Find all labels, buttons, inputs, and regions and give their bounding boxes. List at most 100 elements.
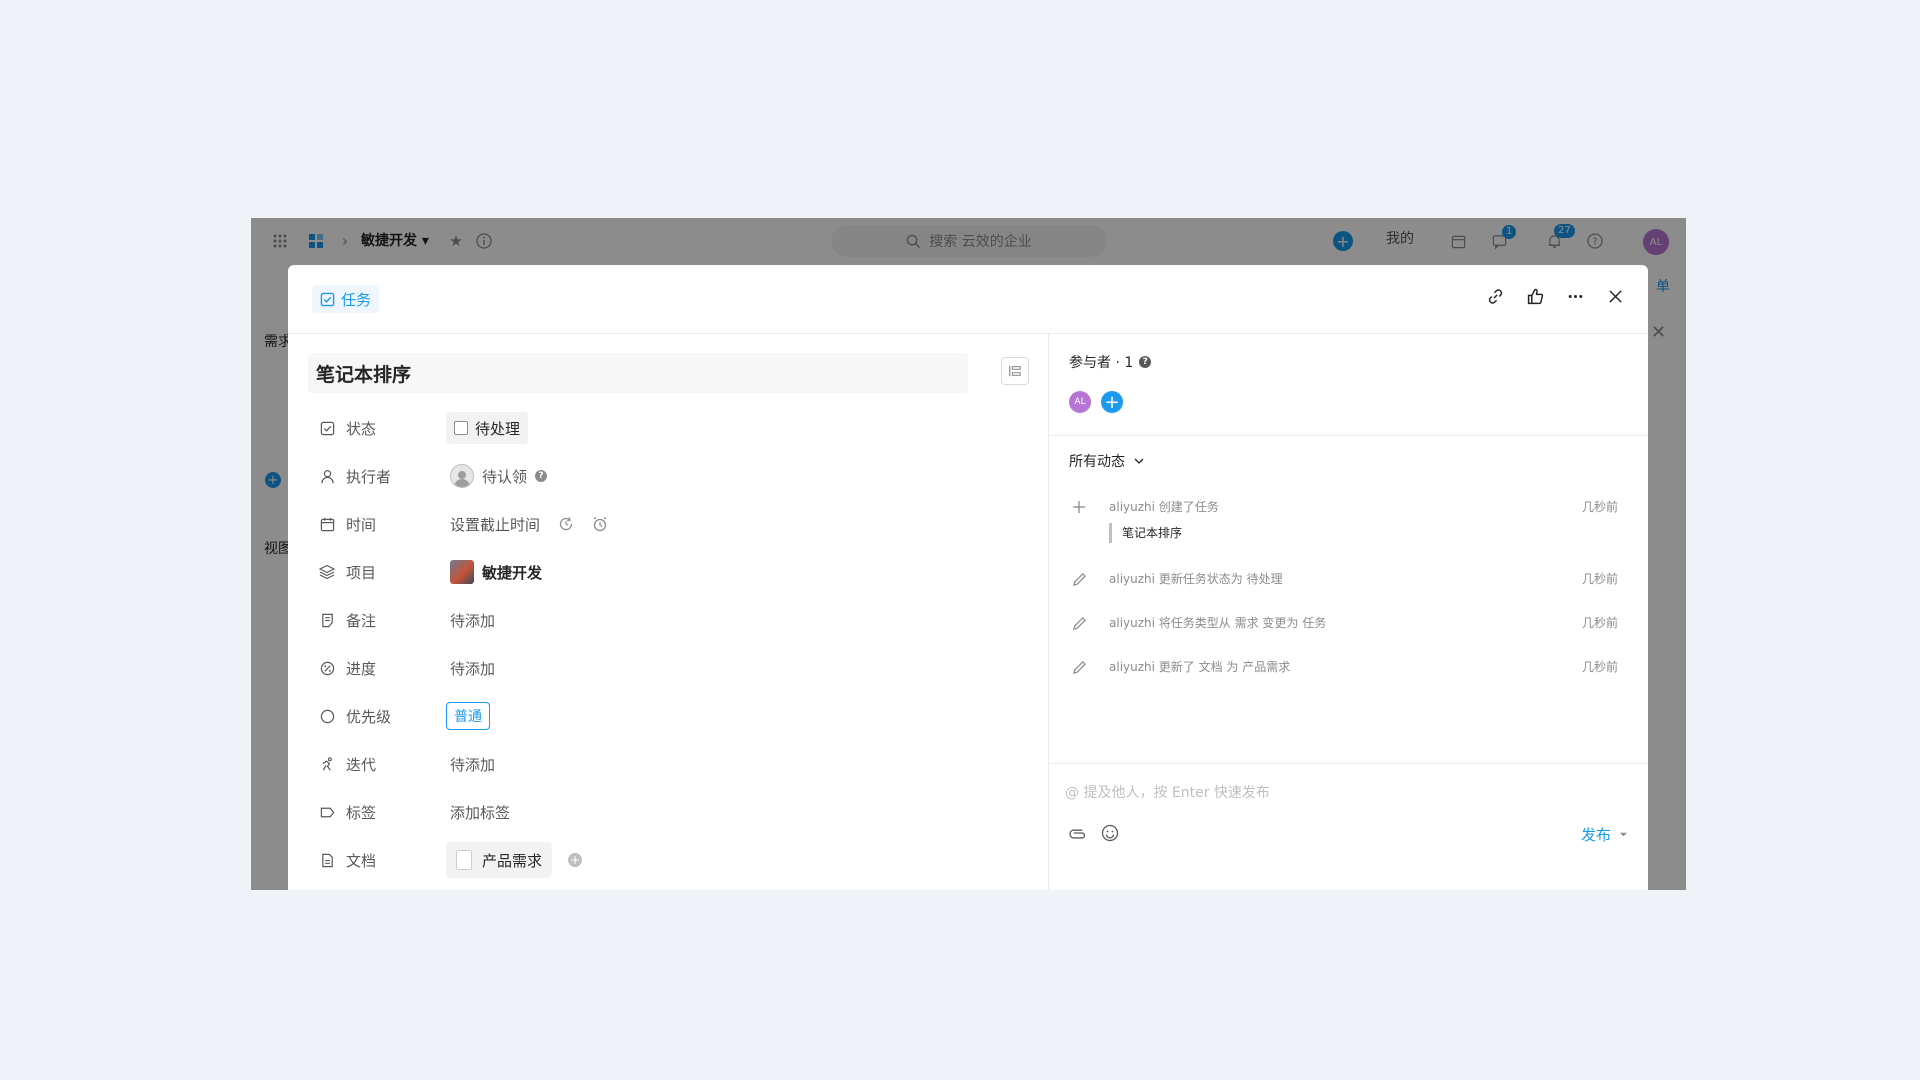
field-tags: 标签 添加标签 bbox=[318, 797, 1018, 827]
task-type-label: 任务 bbox=[341, 290, 372, 309]
comment-tools bbox=[1069, 824, 1119, 842]
circle-icon bbox=[318, 707, 336, 725]
user-icon bbox=[318, 467, 336, 485]
link-icon[interactable] bbox=[1484, 285, 1506, 307]
add-participant-icon[interactable]: + bbox=[1101, 391, 1123, 413]
progress-value[interactable]: 待添加 bbox=[450, 658, 495, 679]
help-icon[interactable]: ? bbox=[535, 470, 548, 482]
priority-value: 普通 bbox=[446, 702, 490, 730]
field-note: 备注 待添加 bbox=[318, 605, 1018, 635]
activity-item: aliyuzhi 更新任务状态为 待处理 几秒前 bbox=[1069, 569, 1618, 589]
add-tag-link[interactable]: 添加标签 bbox=[450, 802, 510, 823]
status-dropdown[interactable]: 待处理 bbox=[446, 412, 529, 444]
task-title-input[interactable]: 笔记本排序 bbox=[308, 353, 968, 393]
pencil-icon bbox=[1069, 657, 1089, 677]
activity-time: 几秒前 bbox=[1581, 616, 1618, 630]
field-documents: 文档 产品需求 + bbox=[318, 842, 1018, 878]
alarm-clock-icon[interactable] bbox=[592, 516, 608, 532]
calendar-icon bbox=[318, 515, 336, 533]
status-checkbox[interactable] bbox=[454, 421, 468, 435]
divider bbox=[1049, 435, 1648, 436]
activity-quote: 笔记本排序 bbox=[1109, 523, 1582, 543]
participants-list: AL + bbox=[1069, 391, 1123, 413]
status-value: 待处理 bbox=[446, 412, 529, 444]
publish-label: 发布 bbox=[1580, 826, 1611, 844]
activity-item: aliyuzhi 创建了任务 笔记本排序 几秒前 bbox=[1069, 497, 1618, 543]
note-value[interactable]: 待添加 bbox=[450, 610, 495, 631]
field-progress: 进度 待添加 bbox=[318, 653, 1018, 683]
caret-down-icon[interactable] bbox=[1619, 830, 1628, 839]
task-type-tag[interactable]: 任务 bbox=[312, 285, 380, 313]
repeat-icon[interactable] bbox=[558, 516, 574, 532]
priority-dropdown[interactable]: 普通 bbox=[446, 702, 490, 730]
documents-value: 产品需求 + bbox=[446, 842, 583, 878]
field-label: 执行者 bbox=[346, 467, 392, 486]
document-icon bbox=[318, 851, 336, 869]
activity-pane: 参与者 · 1 ? AL + 所有动态 aliyuzhi 创建了任务 笔记本排序… bbox=[1048, 334, 1648, 890]
field-time: 时间 设置截止时间 bbox=[318, 509, 1018, 539]
participant-avatar[interactable]: AL bbox=[1069, 391, 1091, 413]
participants-title: 参与者 · 1 bbox=[1069, 355, 1134, 371]
layout-icon bbox=[1009, 365, 1021, 377]
pencil-icon bbox=[1069, 613, 1089, 633]
field-label: 备注 bbox=[346, 611, 377, 630]
participants-header: 参与者 · 1 ? bbox=[1069, 352, 1152, 372]
activity-item: aliyuzhi 将任务类型从 需求 变更为 任务 几秒前 bbox=[1069, 613, 1618, 633]
activity-time: 几秒前 bbox=[1581, 572, 1618, 586]
activity-filter-label: 所有动态 bbox=[1069, 454, 1125, 470]
more-icon[interactable] bbox=[1564, 285, 1586, 307]
project-thumbnail bbox=[450, 560, 474, 584]
activity-text: aliyuzhi 更新任务状态为 待处理 bbox=[1109, 572, 1283, 586]
comment-composer: @ 提及他人，按 Enter 快速发布 发布 bbox=[1049, 763, 1648, 890]
publish-button[interactable]: 发布 bbox=[1581, 824, 1628, 845]
activity-text: aliyuzhi 将任务类型从 需求 变更为 任务 bbox=[1109, 616, 1327, 630]
note-icon bbox=[318, 611, 336, 629]
assignee-text: 待认领 bbox=[482, 467, 528, 486]
activity-filter-dropdown[interactable]: 所有动态 bbox=[1069, 451, 1145, 471]
project-value[interactable]: 敏捷开发 bbox=[450, 560, 542, 584]
assignee-value[interactable]: 待认领 ? bbox=[450, 464, 548, 488]
unassigned-avatar-icon bbox=[450, 464, 474, 488]
document-name: 产品需求 bbox=[482, 851, 543, 870]
header-actions bbox=[1484, 285, 1626, 307]
field-label: 时间 bbox=[346, 515, 377, 534]
activity-text: aliyuzhi 创建了任务 bbox=[1109, 500, 1219, 514]
attachment-icon[interactable] bbox=[1069, 824, 1087, 842]
layout-toggle-button[interactable] bbox=[1001, 357, 1029, 385]
task-detail-modal: 任务 笔记本排序 状态 待处理 执行者 待认领 ? 时间 设置截止时间 项目 敏… bbox=[288, 265, 1648, 890]
help-icon[interactable]: ? bbox=[1139, 356, 1152, 368]
close-icon[interactable] bbox=[1604, 285, 1626, 307]
thumbs-up-icon[interactable] bbox=[1524, 285, 1546, 307]
set-deadline-link[interactable]: 设置截止时间 bbox=[450, 514, 540, 535]
field-label: 迭代 bbox=[346, 755, 377, 774]
modal-header: 任务 bbox=[288, 265, 1648, 334]
time-value: 设置截止时间 bbox=[450, 514, 608, 535]
emoji-icon[interactable] bbox=[1101, 824, 1119, 842]
activity-time: 几秒前 bbox=[1581, 660, 1618, 674]
field-label: 项目 bbox=[346, 563, 377, 582]
tag-icon bbox=[318, 803, 336, 821]
percent-icon bbox=[318, 659, 336, 677]
field-status: 状态 待处理 bbox=[318, 412, 1018, 444]
activity-text: aliyuzhi 更新了 文档 为 产品需求 bbox=[1109, 660, 1291, 674]
comment-input[interactable]: @ 提及他人，按 Enter 快速发布 bbox=[1065, 782, 1270, 802]
document-thumbnail bbox=[456, 850, 472, 870]
activity-content: aliyuzhi 创建了任务 笔记本排序 bbox=[1109, 497, 1582, 543]
activity-item: aliyuzhi 更新了 文档 为 产品需求 几秒前 bbox=[1069, 657, 1618, 677]
sprint-icon bbox=[318, 755, 336, 773]
field-priority: 优先级 普通 bbox=[318, 701, 1018, 731]
plus-icon bbox=[1069, 497, 1089, 517]
pencil-icon bbox=[1069, 569, 1089, 589]
task-check-icon bbox=[320, 292, 335, 306]
sprint-value[interactable]: 待添加 bbox=[450, 754, 495, 775]
field-assignee: 执行者 待认领 ? bbox=[318, 461, 1018, 491]
field-sprint: 迭代 待添加 bbox=[318, 749, 1018, 779]
document-chip[interactable]: 产品需求 bbox=[446, 842, 553, 878]
layers-icon bbox=[318, 563, 336, 581]
field-label: 标签 bbox=[346, 803, 377, 822]
field-label: 状态 bbox=[346, 419, 377, 438]
chevron-down-icon bbox=[1134, 458, 1144, 464]
status-text: 待处理 bbox=[475, 419, 521, 438]
checkbox-icon bbox=[318, 419, 336, 437]
add-document-icon[interactable]: + bbox=[568, 853, 583, 867]
